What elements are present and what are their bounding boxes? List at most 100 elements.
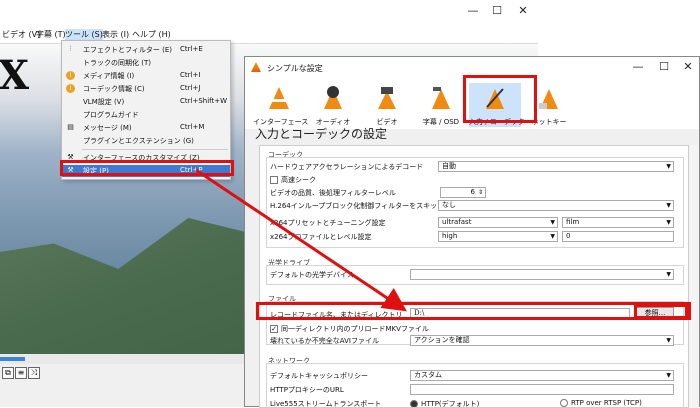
interface-cone-icon (269, 87, 289, 109)
section-heading: 入力とコーデックの設定 (255, 127, 388, 141)
settings-scrollbar[interactable] (689, 145, 699, 408)
highlight-box-record-row (256, 302, 691, 320)
select-value: ultrafast (442, 218, 472, 226)
playlist-icon[interactable]: ⧉ (2, 367, 14, 379)
menu-video[interactable]: ビデオ (V) (2, 29, 40, 40)
h264-skip-label: H.264インループブロック化制御フィルターをスキップ (270, 202, 445, 210)
maximize-icon[interactable]: ☐ (486, 4, 508, 20)
maximize-icon[interactable]: ☐ (653, 60, 675, 76)
http-proxy-label: HTTPプロキシーのURL (270, 386, 344, 394)
radio-label: RTP over RTSP (TCP) (571, 399, 642, 407)
tab-video[interactable]: ビデオ (361, 83, 413, 127)
x264-profile-label: x264プロファイルとレベル設定 (270, 233, 372, 241)
preload-mkv-checkbox[interactable]: ✓ 同一ディレクトリ内のプリロードMKVファイル (270, 324, 429, 334)
menu-item-vlm[interactable]: VLM設定 (V) Ctrl+Shift+W (62, 96, 230, 108)
menu-item-plugins[interactable]: プラグインとエクステンション (G) (62, 135, 230, 147)
checkbox-label: 同一ディレクトリ内のプリロードMKVファイル (281, 325, 429, 333)
menu-item-program-guide[interactable]: プログラムガイド (62, 109, 230, 121)
tune-icon: ⫶ (69, 45, 72, 53)
vlc-cone-icon (251, 62, 261, 72)
select-value: high (442, 232, 458, 240)
hw-decoding-select[interactable]: 自動 ▼ (438, 161, 674, 172)
close-icon[interactable]: ✕ (677, 60, 699, 76)
menu-item-label: コーデック情報 (C) (83, 85, 145, 93)
optical-device-label: デフォルトの光学デバイス (270, 271, 354, 279)
broken-avi-select[interactable]: アクションを確認 ▼ (410, 335, 674, 346)
radio-dot[interactable] (560, 399, 568, 407)
chevron-down-icon: ▼ (666, 337, 671, 344)
menu-help[interactable]: ヘルプ (H) (132, 29, 171, 40)
select-value: アクションを確認 (414, 336, 470, 344)
postproc-spinbox[interactable]: 6 ⇕ (440, 187, 486, 198)
input-value: 0 (566, 232, 571, 240)
menu-view[interactable]: 表示 (I) (102, 29, 129, 40)
close-icon[interactable]: ✕ (512, 4, 534, 20)
tab-interface[interactable]: インターフェース (253, 83, 308, 127)
menu-item-label: プラグインとエクステンション (G) (83, 137, 194, 145)
postproc-label: ビデオの品質、後処理フィルターレベル (270, 189, 396, 197)
subtitle-cone-icon (432, 87, 450, 109)
menu-item-shortcut: Ctrl+I (180, 71, 201, 79)
highlight-box-browse (634, 304, 688, 319)
menu-item-shortcut: Ctrl+E (180, 45, 203, 53)
menu-item-label: メディア情報 (I) (83, 72, 135, 80)
http-proxy-input[interactable] (410, 384, 674, 395)
chevron-down-icon: ▼ (666, 202, 671, 209)
hotkey-cone-icon (539, 89, 558, 109)
menu-tools[interactable]: ツール (S) (65, 29, 103, 40)
menu-item-shortcut: Ctrl+J (180, 84, 201, 92)
x264-tune-select[interactable]: film ▼ (562, 217, 674, 228)
tab-audio[interactable]: オーディオ (307, 83, 359, 127)
menu-item-track-sync[interactable]: トラックの同期化 (T) (62, 57, 230, 69)
shuffle-icon[interactable]: ⤨ (28, 367, 40, 379)
highlight-box-preferences (60, 160, 234, 176)
select-value: カスタム (414, 371, 442, 379)
messages-icon: ▤ (67, 123, 74, 131)
live555-radio-rtsp[interactable]: RTP over RTSP (TCP) (560, 399, 642, 407)
menu-item-label: エフェクトとフィルター (E) (83, 46, 172, 54)
audio-cone-icon (324, 86, 342, 109)
menu-item-effects[interactable]: ⫶ エフェクトとフィルター (E) Ctrl+E (62, 44, 230, 56)
menu-item-shortcut: Ctrl+M (180, 123, 205, 131)
cache-policy-label: デフォルトキャッシュポリシー (270, 372, 368, 380)
chevron-down-icon: ▼ (666, 372, 671, 379)
menu-item-label: メッセージ (M) (83, 124, 132, 132)
menu-item-label: トラックの同期化 (T) (83, 59, 151, 67)
seek-progress (0, 357, 25, 361)
checkbox-box[interactable]: ✓ (270, 325, 278, 333)
checkbox-box[interactable] (270, 176, 278, 184)
info-icon: i (66, 71, 75, 80)
tab-label: 字幕 / OSD (422, 118, 460, 126)
minimize-icon[interactable]: — (627, 60, 649, 76)
broken-avi-label: 壊れているか不完全なAVIファイル (270, 337, 379, 345)
x264-preset-select[interactable]: ultrafast ▼ (438, 217, 558, 228)
chevron-down-icon: ▼ (550, 219, 555, 226)
chevron-down-icon: ▼ (666, 219, 671, 226)
select-value: 自動 (442, 162, 456, 170)
menu-item-shortcut: Ctrl+Shift+W (180, 97, 228, 105)
main-titlebar: — ☐ ✕ (0, 0, 538, 26)
chevron-down-icon: ▼ (666, 271, 671, 278)
tab-subtitles[interactable]: 字幕 / OSD (415, 83, 467, 127)
menu-subtitle[interactable]: 字幕 (T) (36, 29, 66, 40)
select-value: なし (442, 201, 456, 209)
settings-panel: コーデック ハードウェアアクセラレーションによるデコード 自動 ▼ 高速シーク ビ… (259, 145, 689, 408)
h264-skip-select[interactable]: なし ▼ (438, 200, 674, 211)
highlight-box-input-tab (463, 75, 537, 123)
chevron-down-icon: ▼ (666, 163, 671, 170)
menu-item-codec-info[interactable]: i コーデック情報 (C) Ctrl+J (62, 83, 230, 95)
fast-seek-checkbox[interactable]: 高速シーク (270, 175, 316, 185)
video-overlay-text: X (0, 52, 30, 99)
optical-device-select[interactable]: ▼ (410, 269, 674, 280)
x264-profile-select[interactable]: high ▼ (438, 231, 558, 242)
x264-preset-label: x264プリセットとチューニング設定 (270, 219, 386, 227)
hw-decoding-label: ハードウェアアクセラレーションによるデコード (270, 163, 424, 171)
cache-policy-select[interactable]: カスタム ▼ (410, 370, 674, 381)
menu-item-label: プログラムガイド (83, 111, 139, 119)
menu-item-label: VLM設定 (V) (83, 98, 125, 106)
x264-level-input[interactable]: 0 (562, 231, 674, 242)
loop-icon[interactable]: ≡ (15, 367, 27, 379)
menu-item-messages[interactable]: ▤ メッセージ (M) Ctrl+M (62, 122, 230, 134)
menu-item-media-info[interactable]: i メディア情報 (I) Ctrl+I (62, 70, 230, 82)
minimize-icon[interactable]: — (462, 4, 484, 20)
